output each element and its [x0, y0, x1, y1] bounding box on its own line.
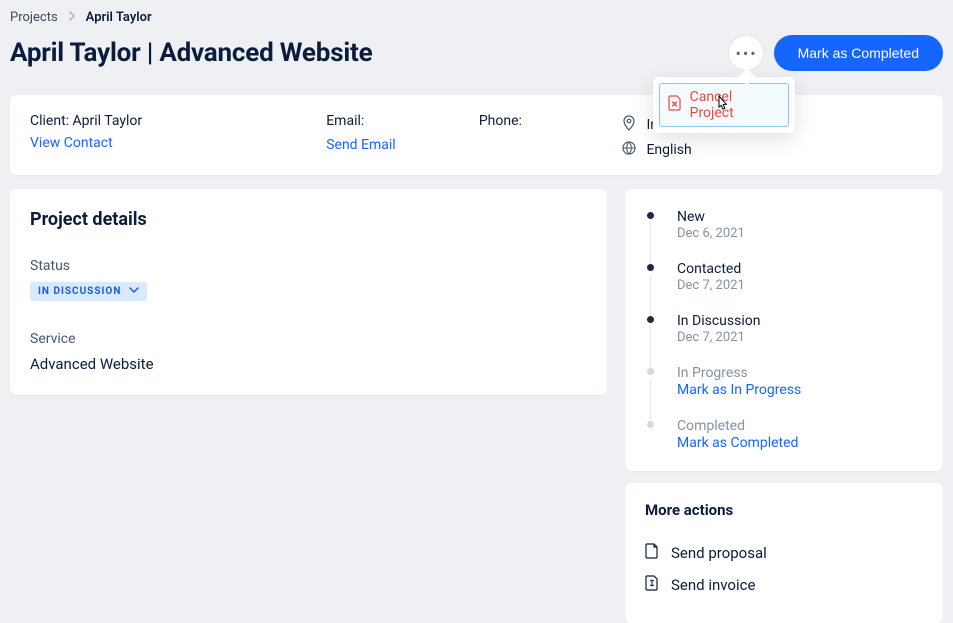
- breadcrumb: Projects April Taylor: [10, 10, 943, 25]
- timeline-title: Completed: [677, 418, 921, 434]
- cancel-project-menu-item[interactable]: Cancel Project: [659, 83, 789, 127]
- page-title: April Taylor | Advanced Website: [10, 38, 372, 68]
- chevron-right-icon: [68, 10, 76, 25]
- timeline-connector: [650, 223, 651, 263]
- timeline-connector: [650, 327, 651, 367]
- location-pin-icon: [622, 115, 636, 135]
- client-label-line: Client: April Taylor: [30, 113, 316, 129]
- timeline-card: NewDec 6, 2021ContactedDec 7, 2021In Dis…: [625, 189, 943, 471]
- client-info-card: Client: April Taylor View Contact Email:…: [10, 95, 943, 175]
- phone-label: Phone:: [479, 113, 522, 129]
- project-details-heading: Project details: [30, 209, 587, 230]
- service-label: Service: [30, 331, 587, 347]
- cancel-project-label: Cancel Project: [690, 89, 780, 121]
- timeline-item: In DiscussionDec 7, 2021: [647, 313, 921, 365]
- cancel-file-icon: [668, 95, 682, 115]
- status-value: IN DISCUSSION: [38, 286, 121, 297]
- client-label: Client:: [30, 113, 69, 129]
- timeline-dot-icon: [647, 316, 654, 323]
- timeline-date: Dec 7, 2021: [677, 330, 921, 345]
- timeline-dot-icon: [647, 421, 654, 428]
- timeline-date: Dec 6, 2021: [677, 226, 921, 241]
- email-label: Email:: [326, 113, 364, 129]
- status-label: Status: [30, 258, 587, 274]
- timeline-connector: [650, 379, 651, 420]
- timeline-title: In Progress: [677, 365, 921, 381]
- timeline-title: In Discussion: [677, 313, 921, 329]
- send-proposal-action[interactable]: Send proposal: [645, 537, 923, 569]
- chevron-down-icon: [129, 286, 139, 297]
- status-dropdown[interactable]: IN DISCUSSION: [30, 282, 147, 301]
- mark-completed-button[interactable]: Mark as Completed: [774, 35, 943, 71]
- timeline-action-link[interactable]: Mark as Completed: [677, 435, 921, 451]
- send-invoice-action[interactable]: Send invoice: [645, 569, 923, 601]
- send-proposal-label: Send proposal: [671, 544, 767, 562]
- send-email-link[interactable]: Send Email: [326, 137, 612, 153]
- ellipsis-icon: •••: [736, 44, 758, 63]
- view-contact-link[interactable]: View Contact: [30, 135, 113, 151]
- timeline-action-link[interactable]: Mark as In Progress: [677, 382, 921, 398]
- send-invoice-label: Send invoice: [671, 576, 755, 594]
- timeline-title: New: [677, 209, 921, 225]
- client-language-value: English: [646, 142, 691, 158]
- globe-icon: [622, 141, 636, 159]
- service-value: Advanced Website: [30, 355, 587, 373]
- timeline-dot-icon: [647, 264, 654, 271]
- document-icon: [645, 543, 659, 563]
- breadcrumb-root[interactable]: Projects: [10, 10, 58, 25]
- email-value: [370, 113, 455, 129]
- phone-value: [528, 113, 613, 129]
- more-actions-card: More actions Send proposal Send invoice: [625, 483, 943, 623]
- timeline-item: NewDec 6, 2021: [647, 209, 921, 261]
- timeline-item: ContactedDec 7, 2021: [647, 261, 921, 313]
- more-options-button[interactable]: •••: [728, 35, 764, 71]
- breadcrumb-current: April Taylor: [86, 10, 152, 25]
- client-name: April Taylor: [73, 113, 143, 129]
- timeline-item: In ProgressMark as In Progress: [647, 365, 921, 418]
- more-options-dropdown: Cancel Project: [653, 77, 795, 133]
- timeline-connector: [650, 275, 651, 315]
- timeline-title: Contacted: [677, 261, 921, 277]
- timeline-item: CompletedMark as Completed: [647, 418, 921, 451]
- timeline-dot-icon: [647, 212, 654, 219]
- more-actions-heading: More actions: [645, 501, 923, 519]
- client-language: English: [622, 141, 923, 159]
- invoice-icon: [645, 575, 659, 595]
- timeline-date: Dec 7, 2021: [677, 278, 921, 293]
- timeline-dot-icon: [647, 368, 654, 375]
- project-details-card: Project details Status IN DISCUSSION Ser…: [10, 189, 607, 395]
